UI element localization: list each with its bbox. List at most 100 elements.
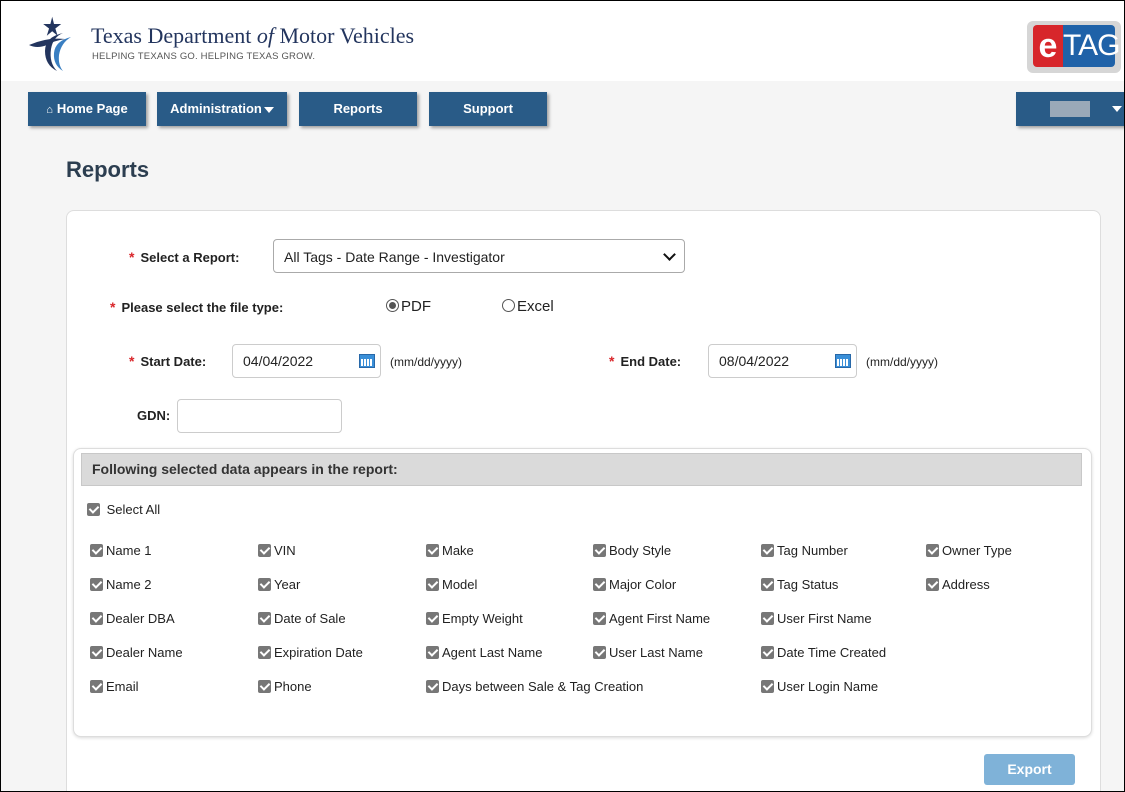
checkbox-checked-icon — [87, 503, 100, 516]
agency-name: Texas Department of Motor Vehicles — [91, 23, 415, 48]
home-icon: ⌂ — [46, 104, 53, 116]
end-date-format-hint: (mm/dd/yyyy) — [866, 355, 938, 369]
checkbox-field[interactable]: Days between Sale & Tag Creation — [426, 679, 643, 694]
checkbox-field-label: Agent First Name — [609, 611, 711, 626]
nav-reports[interactable]: Reports — [299, 92, 417, 126]
checkbox-field-label: Major Color — [609, 577, 677, 592]
checkbox-field[interactable]: Expiration Date — [258, 645, 363, 660]
checkbox-checked-icon — [926, 544, 939, 557]
etag-logo-e: e — [1033, 25, 1063, 67]
data-fields-heading: Following selected data appears in the r… — [81, 453, 1082, 486]
checkbox-checked-icon — [761, 646, 774, 659]
checkbox-field[interactable]: Make — [426, 543, 474, 558]
checkbox-field-label: Tag Status — [777, 577, 839, 592]
checkbox-field[interactable]: Owner Type — [926, 543, 1012, 558]
user-name-redacted — [1050, 101, 1090, 117]
file-type-label: * Please select the file type: — [110, 299, 284, 315]
checkbox-field[interactable]: Empty Weight — [426, 611, 523, 626]
gdn-label: GDN: — [137, 408, 171, 423]
checkbox-checked-icon — [426, 646, 439, 659]
calendar-icon[interactable] — [835, 354, 851, 368]
checkbox-field-label: Dealer DBA — [106, 611, 175, 626]
checkbox-field-label: Name 1 — [106, 543, 152, 558]
checkbox-checked-icon — [761, 680, 774, 693]
checkbox-field[interactable]: User Last Name — [593, 645, 703, 660]
checkbox-field-label: VIN — [274, 543, 296, 558]
user-menu[interactable] — [1016, 92, 1124, 126]
etag-logo: e TAG — [1027, 21, 1121, 73]
checkbox-field[interactable]: Date Time Created — [761, 645, 886, 660]
checkbox-field[interactable]: Email — [90, 679, 139, 694]
checkbox-field-label: Body Style — [609, 543, 672, 558]
checkbox-field[interactable]: Agent Last Name — [426, 645, 542, 660]
checkbox-checked-icon — [761, 612, 774, 625]
export-button[interactable]: Export — [984, 754, 1075, 785]
checkbox-checked-icon — [426, 612, 439, 625]
checkbox-field-label: User First Name — [777, 611, 872, 626]
radio-unselected-icon — [502, 299, 515, 312]
caret-down-icon — [263, 106, 274, 113]
checkbox-checked-icon — [761, 544, 774, 557]
radio-excel[interactable]: Excel — [502, 298, 554, 315]
checkbox-field[interactable]: Tag Number — [761, 543, 848, 558]
checkbox-field-label: Date Time Created — [777, 645, 887, 660]
checkbox-checked-icon — [258, 544, 271, 557]
checkbox-field[interactable]: Name 2 — [90, 577, 152, 592]
checkbox-field[interactable]: User First Name — [761, 611, 872, 626]
checkbox-field-label: Model — [442, 577, 478, 592]
radio-pdf[interactable]: PDF — [386, 298, 431, 315]
checkbox-checked-icon — [258, 646, 271, 659]
checkbox-field[interactable]: Model — [426, 577, 477, 592]
required-asterisk: * — [129, 249, 135, 265]
report-select[interactable]: All Tags - Date Range - Investigator — [273, 239, 685, 273]
radio-selected-icon — [386, 299, 399, 312]
nav-administration[interactable]: Administration — [157, 92, 287, 126]
checkbox-select-all[interactable]: Select All — [87, 502, 160, 517]
checkbox-field[interactable]: Major Color — [593, 577, 676, 592]
nav-home-page[interactable]: ⌂ Home Page — [28, 92, 146, 126]
checkbox-field[interactable]: Body Style — [593, 543, 671, 558]
select-report-label: * Select a Report: — [129, 249, 240, 265]
checkbox-field[interactable]: Name 1 — [90, 543, 152, 558]
checkbox-checked-icon — [258, 578, 271, 591]
checkbox-field-label: Email — [106, 679, 139, 694]
checkbox-field[interactable]: Agent First Name — [593, 611, 710, 626]
required-asterisk: * — [110, 299, 116, 315]
checkbox-field[interactable]: Phone — [258, 679, 312, 694]
nav-support[interactable]: Support — [429, 92, 547, 126]
checkbox-field-label: Empty Weight — [442, 611, 523, 626]
checkbox-checked-icon — [926, 578, 939, 591]
checkbox-checked-icon — [258, 680, 271, 693]
checkbox-field-label: Year — [274, 577, 301, 592]
checkbox-field[interactable]: Dealer DBA — [90, 611, 175, 626]
start-date-format-hint: (mm/dd/yyyy) — [390, 355, 462, 369]
checkbox-field-label: Agent Last Name — [442, 645, 543, 660]
checkbox-field[interactable]: Address — [926, 577, 990, 592]
calendar-icon[interactable] — [359, 354, 375, 368]
start-date-label: * Start Date: — [129, 353, 207, 369]
checkbox-field-label: Dealer Name — [106, 645, 183, 660]
page-frame: Texas Department of Motor Vehicles HELPI… — [0, 0, 1125, 792]
checkbox-field-label: Owner Type — [942, 543, 1012, 558]
checkbox-field[interactable]: User Login Name — [761, 679, 878, 694]
checkbox-field[interactable]: Date of Sale — [258, 611, 346, 626]
checkbox-checked-icon — [426, 544, 439, 557]
checkbox-field[interactable]: Tag Status — [761, 577, 838, 592]
checkbox-field[interactable]: Year — [258, 577, 300, 592]
checkbox-field-label: Name 2 — [106, 577, 152, 592]
checkbox-checked-icon — [426, 680, 439, 693]
checkbox-checked-icon — [761, 578, 774, 591]
checkbox-field-label: Expiration Date — [274, 645, 363, 660]
caret-down-icon — [1112, 106, 1122, 112]
checkbox-field-label: Address — [942, 577, 990, 592]
checkbox-field[interactable]: VIN — [258, 543, 296, 558]
checkbox-field[interactable]: Dealer Name — [90, 645, 183, 660]
checkbox-field-label: Phone — [274, 679, 312, 694]
checkbox-checked-icon — [90, 544, 103, 557]
checkbox-field-label: Make — [442, 543, 474, 558]
checkbox-checked-icon — [593, 578, 606, 591]
checkbox-checked-icon — [90, 680, 103, 693]
page-title: Reports — [66, 157, 150, 182]
gdn-input[interactable] — [177, 399, 342, 433]
checkbox-field-label: Days between Sale & Tag Creation — [442, 679, 644, 694]
